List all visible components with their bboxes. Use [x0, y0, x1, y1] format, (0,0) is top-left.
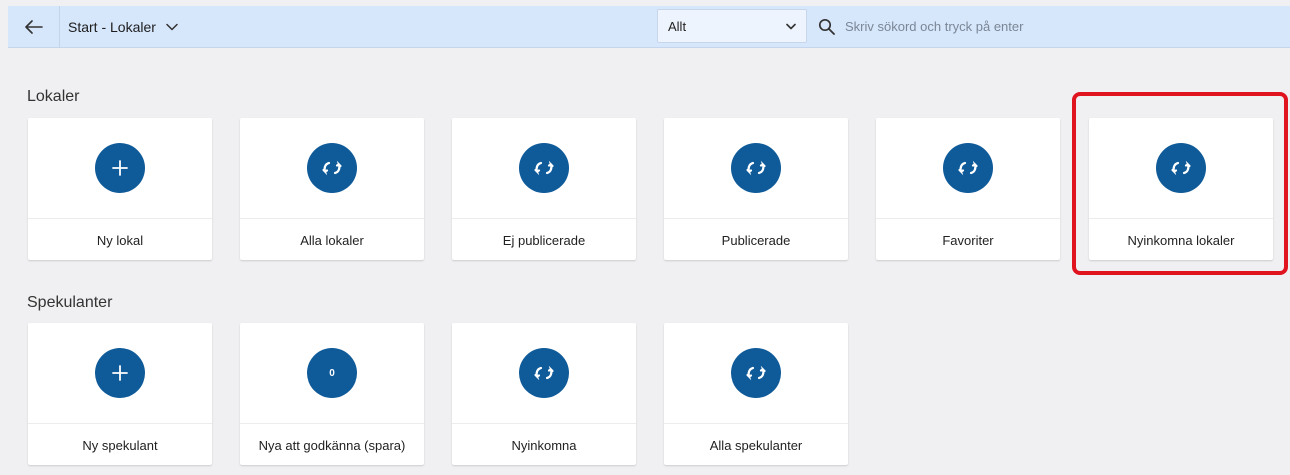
search-icon: [818, 18, 835, 35]
section-title-spekulanter: Spekulanter: [27, 294, 113, 311]
scope-select-value: Allt: [668, 18, 687, 34]
arrow-left-icon: [24, 19, 43, 34]
count-value: 0: [329, 367, 335, 379]
breadcrumb[interactable]: Start - Lokaler: [68, 6, 178, 47]
plus-icon: [95, 348, 145, 398]
refresh-icon: [731, 143, 781, 193]
card-alla-spekulanter[interactable]: Alla spekulanter: [664, 323, 848, 465]
card-alla-lokaler[interactable]: Alla lokaler: [240, 118, 424, 260]
card-label: Ny lokal: [96, 232, 144, 248]
search-input[interactable]: [845, 19, 1265, 34]
refresh-icon: [307, 143, 357, 193]
card-label: Nya att godkänna (spara): [258, 437, 406, 453]
refresh-icon: [519, 143, 569, 193]
refresh-icon: [731, 348, 781, 398]
card-nyinkomna[interactable]: Nyinkomna: [452, 323, 636, 465]
refresh-icon: [519, 348, 569, 398]
chevron-down-icon: [786, 23, 796, 29]
card-ny-spekulant[interactable]: Ny spekulant: [28, 323, 212, 465]
card-label: Nyinkomna lokaler: [1127, 232, 1235, 248]
plus-icon: [95, 143, 145, 193]
card-nyinkomna-lokaler[interactable]: Nyinkomna lokaler: [1089, 118, 1273, 260]
card-publicerade[interactable]: Publicerade: [664, 118, 848, 260]
count-badge: 0: [307, 348, 357, 398]
top-bar: Start - Lokaler Allt: [8, 6, 1290, 48]
refresh-icon: [943, 143, 993, 193]
card-label: Ny spekulant: [82, 437, 158, 453]
chevron-down-icon: [166, 23, 178, 31]
card-ej-publicerade[interactable]: Ej publicerade: [452, 118, 636, 260]
card-label: Ej publicerade: [502, 232, 586, 248]
back-button[interactable]: [8, 6, 60, 47]
card-ny-lokal[interactable]: Ny lokal: [28, 118, 212, 260]
scope-select[interactable]: Allt: [657, 9, 807, 43]
breadcrumb-label: Start - Lokaler: [68, 18, 156, 35]
search-bar: [818, 6, 1278, 47]
card-label: Publicerade: [721, 232, 791, 248]
card-favoriter[interactable]: Favoriter: [876, 118, 1060, 260]
refresh-icon: [1156, 143, 1206, 193]
card-label: Alla spekulanter: [709, 437, 803, 453]
section-title-lokaler: Lokaler: [27, 88, 80, 105]
card-label: Favoriter: [942, 232, 994, 248]
card-nya-att-godkanna[interactable]: 0 Nya att godkänna (spara): [240, 323, 424, 465]
card-label: Alla lokaler: [300, 232, 364, 248]
card-label: Nyinkomna: [511, 437, 577, 453]
